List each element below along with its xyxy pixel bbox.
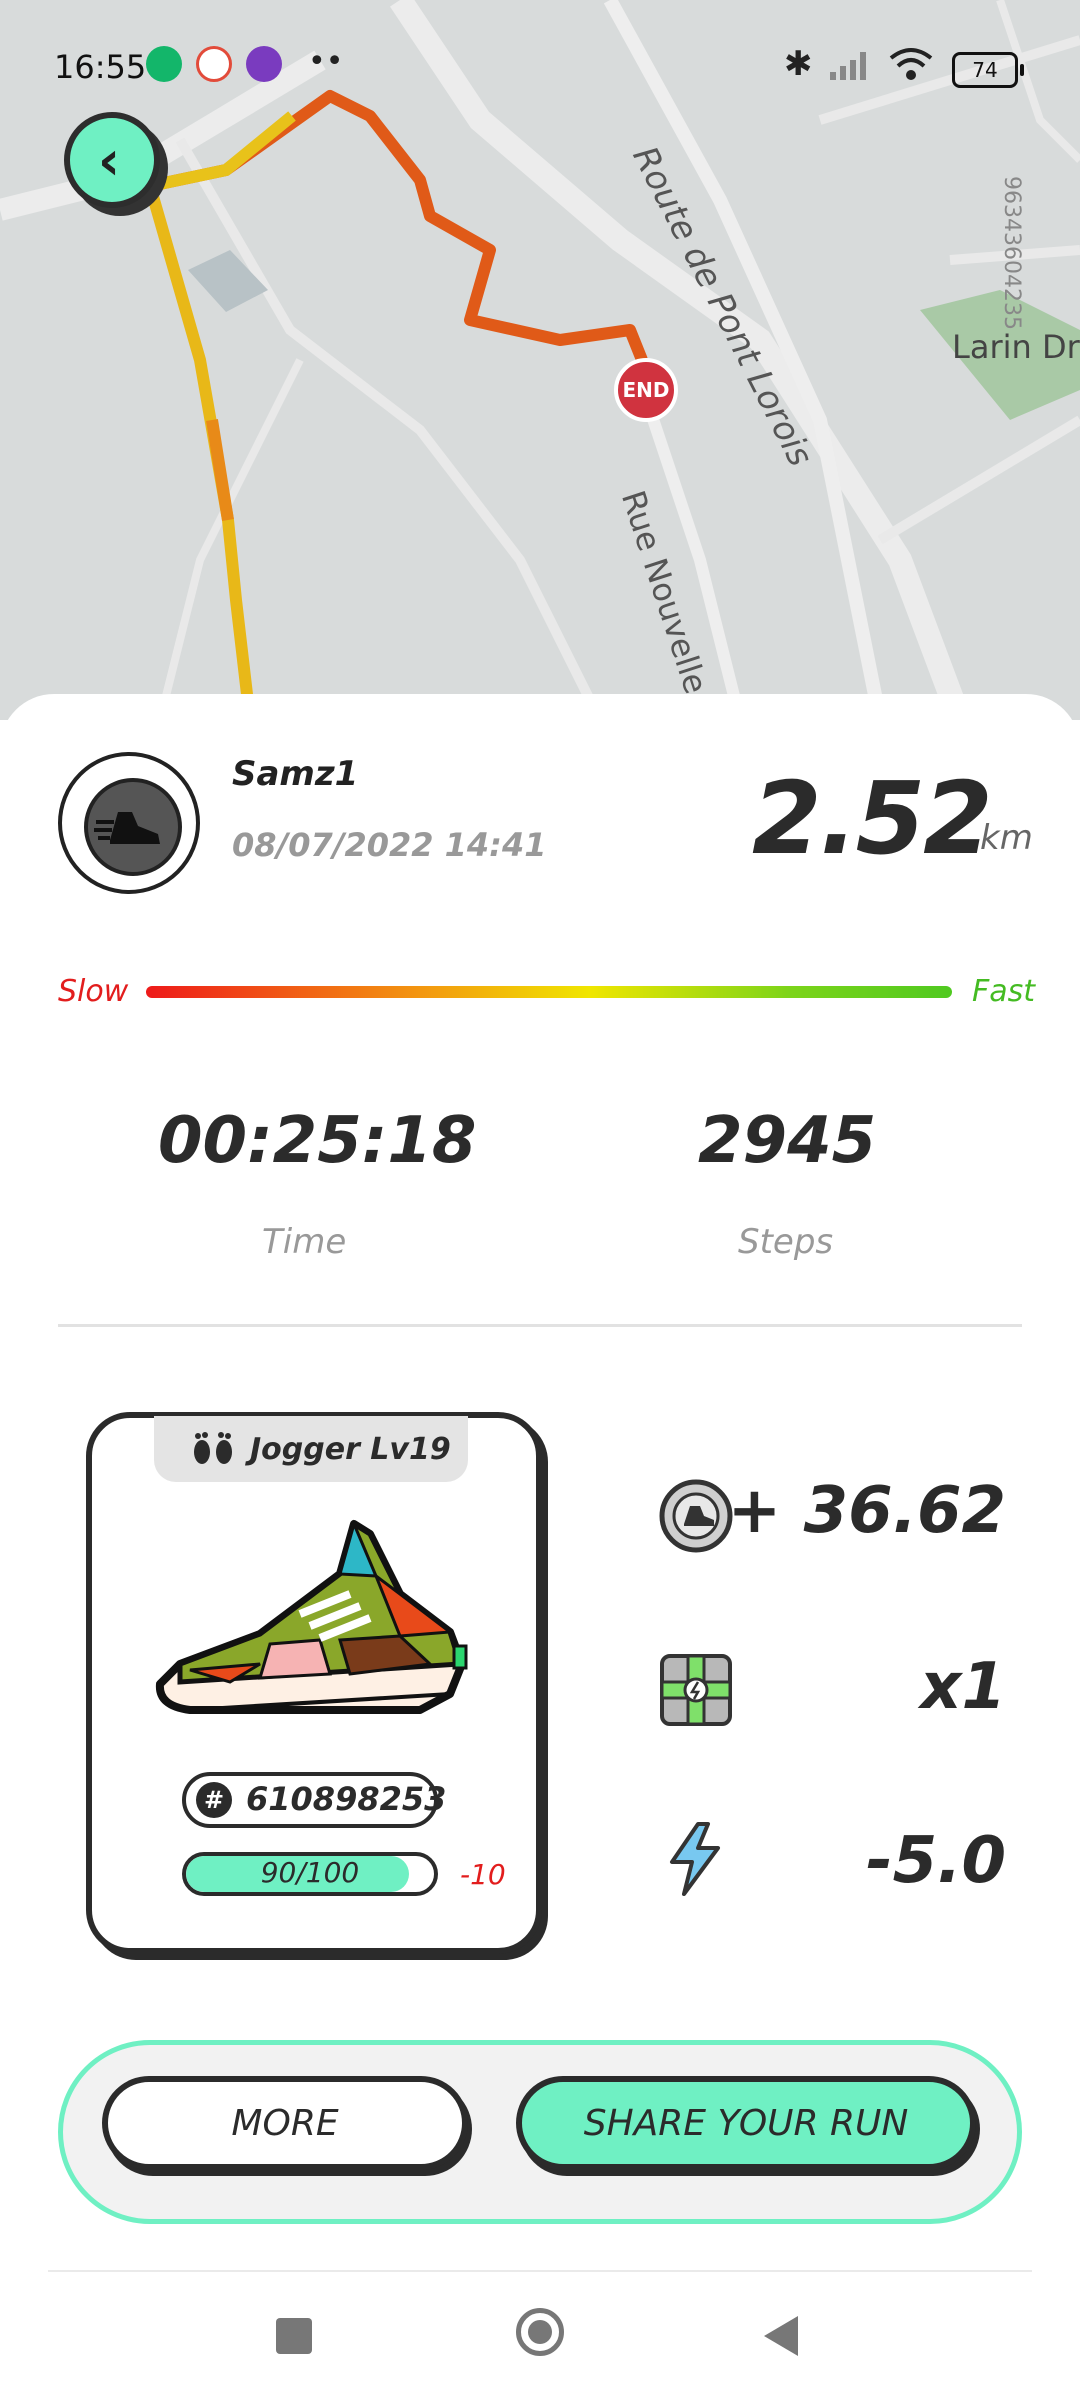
street-label: Larin Dr — [952, 328, 1080, 366]
speed-gradient-bar — [146, 986, 952, 998]
app-notification-icon — [246, 46, 282, 82]
steps-value: 2945 — [698, 1104, 877, 1178]
divider — [58, 1324, 1022, 1327]
slow-label: Slow — [58, 974, 129, 1009]
share-run-button[interactable]: SHARE YOUR RUN — [516, 2076, 976, 2170]
wifi-icon — [889, 48, 933, 80]
time-label: Time — [262, 1222, 347, 1262]
back-triangle-icon[interactable] — [764, 2316, 798, 2356]
more-button[interactable]: MORE — [102, 2076, 468, 2170]
chevron-left-icon: ‹ — [97, 128, 121, 192]
sneaker-level: Jogger Lv19 — [250, 1432, 451, 1467]
durability-delta: -10 — [460, 1858, 506, 1891]
status-time: 16:55 — [54, 48, 147, 86]
distance-value: 2.52 — [752, 760, 993, 877]
battery-indicator: 74 — [952, 52, 1024, 88]
back-button[interactable]: ‹ — [64, 112, 160, 208]
durability-text: 90/100 — [260, 1856, 360, 1889]
map-drawing — [0, 0, 1080, 720]
username: Samz1 — [232, 754, 359, 794]
recents-icon[interactable] — [276, 2318, 312, 2354]
bluetooth-icon: ✱ — [784, 44, 813, 84]
street-label: 96343604235 — [999, 176, 1024, 330]
time-value: 00:25:18 — [158, 1104, 477, 1178]
home-icon[interactable] — [516, 2308, 564, 2356]
steps-label: Steps — [738, 1222, 834, 1262]
hash-icon: # — [196, 1782, 232, 1818]
google-icon — [196, 46, 232, 82]
stepn-notification-icon — [146, 46, 182, 82]
sneaker-avatar-icon — [84, 778, 182, 876]
sneaker-id: 610898253 — [246, 1780, 447, 1818]
mystery-box-icon — [660, 1654, 732, 1726]
fast-label: Fast — [972, 974, 1036, 1009]
run-datetime: 08/07/2022 14:41 — [232, 826, 547, 864]
mystery-box-value: x1 — [920, 1650, 1006, 1724]
more-notifications-icon: •• — [308, 44, 344, 79]
distance-unit: km — [980, 818, 1033, 858]
nav-divider — [48, 2270, 1032, 2272]
end-marker-label: END — [622, 378, 670, 402]
gst-token-icon — [659, 1479, 733, 1553]
energy-bolt-icon — [670, 1822, 720, 1896]
sneaker-image — [155, 1519, 468, 1714]
gst-reward-value: + 36.62 — [727, 1474, 1006, 1548]
energy-value: -5.0 — [866, 1824, 1006, 1898]
footprints-icon — [194, 1432, 232, 1464]
signal-icon — [830, 52, 866, 80]
route-map[interactable] — [0, 0, 1080, 720]
